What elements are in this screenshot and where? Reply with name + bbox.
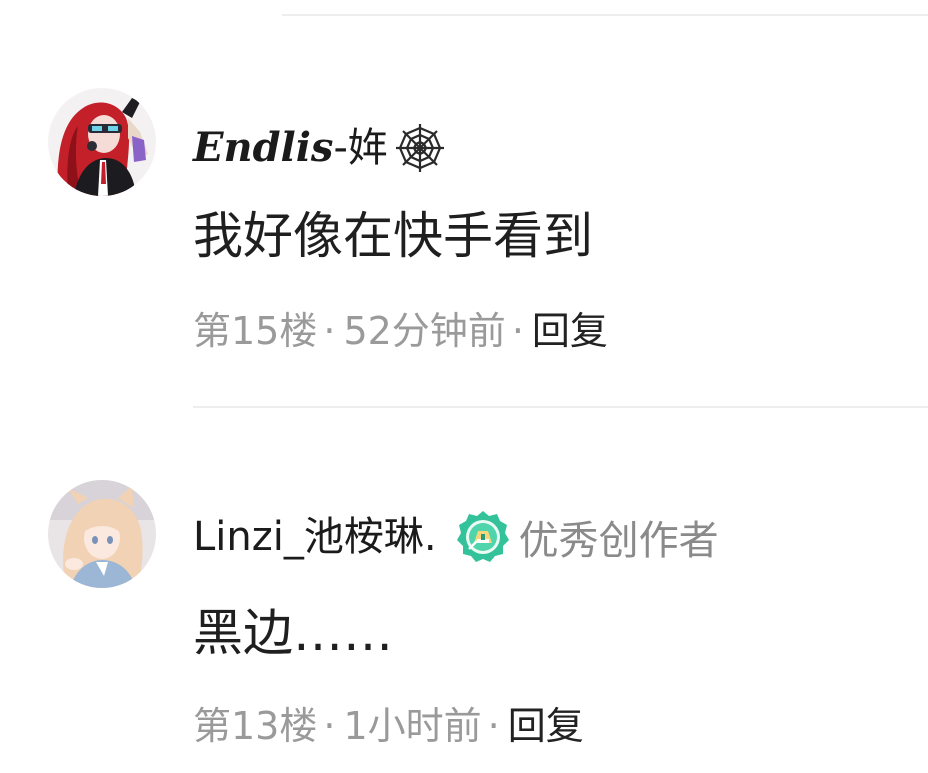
separator: · [323,704,336,748]
avatar[interactable] [48,480,156,588]
top-divider [282,14,928,16]
avatar[interactable] [48,88,156,196]
comment-meta: 第13楼 · 1小时前 · 回复 [193,703,584,749]
comment-meta: 第15楼 · 52分钟前 · 回复 [193,308,608,354]
separator: · [511,309,524,353]
reply-button[interactable]: 回复 [532,309,608,353]
timestamp: 1小时前 [343,704,482,748]
floor-number: 第13楼 [193,704,318,748]
medal-icon [455,509,511,565]
username-row: Linzi_池桉琳. 优秀创作者 [193,508,719,566]
badge-label: 优秀创作者 [518,518,719,564]
floor-number: 第15楼 [193,309,318,353]
comment-divider [193,406,928,408]
separator: · [487,704,500,748]
separator: · [323,309,336,353]
comment-text: 黑边…… [193,604,393,662]
comment-text: 我好像在快手看到 [193,207,593,265]
timestamp: 52分钟前 [343,309,506,353]
username[interactable]: Linzi_池桉琳. [193,512,437,562]
spider-web-icon [394,122,446,174]
reply-button[interactable]: 回复 [508,704,584,748]
username[interactable]: Endlis-姩 [193,123,388,173]
username-row: Endlis-姩 [193,122,446,174]
